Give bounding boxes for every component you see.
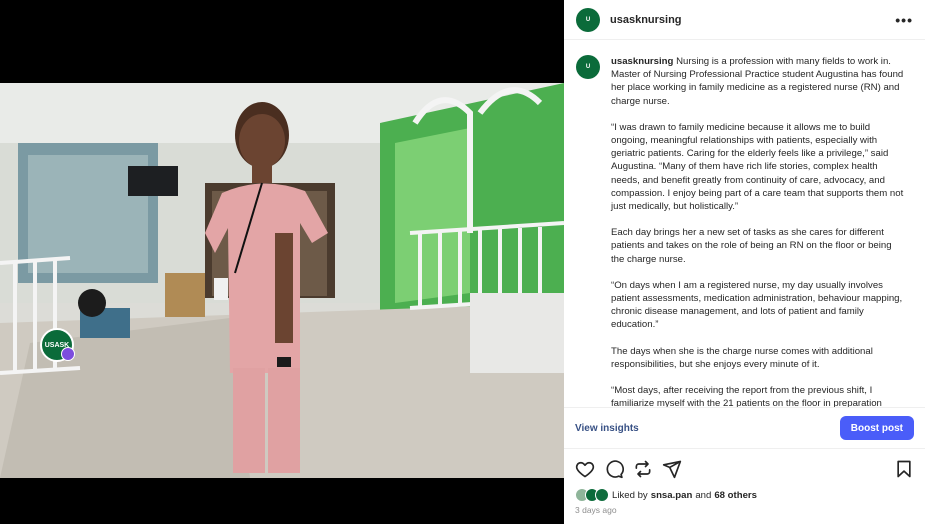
usask-logo-icon[interactable]: U (576, 7, 600, 32)
caption-scroll-area[interactable]: U usasknursing Nursing is a profession w… (564, 41, 925, 407)
comment-icon[interactable] (604, 459, 624, 479)
caption-lead: usasknursing Nursing is a profession wit… (611, 55, 907, 108)
boost-post-button[interactable]: Boost post (839, 416, 914, 440)
caption-body: usasknursing Nursing is a profession wit… (611, 55, 907, 407)
likes-others-link[interactable]: 68 others (714, 490, 757, 501)
view-insights-link[interactable]: View insights (575, 423, 639, 434)
likes-user-link[interactable]: snsa.pan (651, 490, 693, 501)
heart-icon[interactable] (575, 459, 595, 479)
caption-username[interactable]: usasknursing (611, 56, 673, 67)
bookmark-icon[interactable] (894, 459, 914, 479)
likes-prefix: Liked by (612, 489, 648, 501)
post-dialog: USASK U usasknursing ••• U usasknursing … (0, 0, 925, 524)
media-pane: USASK (0, 0, 564, 524)
caption-paragraph: “Most days, after receiving the report f… (611, 385, 882, 407)
caption-row: U usasknursing Nursing is a profession w… (576, 55, 913, 407)
caption-paragraph: The days when she is the charge nurse co… (611, 345, 873, 370)
action-bar (564, 456, 925, 482)
post-header: U usasknursing ••• (564, 0, 925, 40)
caption-paragraph: “I was drawn to family medicine because … (611, 121, 904, 213)
likes-summary: Liked by snsa.pan and 68 others (575, 488, 757, 502)
media-badge-indicator[interactable] (61, 347, 75, 361)
insights-bar: View insights Boost post (564, 407, 925, 449)
likes-and: and (695, 489, 712, 501)
post-timestamp: 3 days ago (575, 505, 617, 515)
liker-avatars[interactable] (575, 488, 609, 502)
caption-paragraph: Each day brings her a new set of tasks a… (611, 227, 892, 265)
repost-icon[interactable] (633, 459, 653, 479)
liker-avatar (595, 488, 609, 502)
photo-illustration (0, 83, 564, 478)
share-icon[interactable] (662, 459, 682, 479)
more-options-icon[interactable]: ••• (895, 12, 913, 28)
caption-paragraph: “On days when I am a registered nurse, m… (611, 279, 903, 331)
caption-avatar-icon[interactable]: U (576, 55, 600, 79)
post-photo[interactable] (0, 83, 564, 478)
header-username[interactable]: usasknursing (610, 14, 682, 26)
post-side-panel: U usasknursing ••• U usasknursing Nursin… (564, 0, 925, 524)
